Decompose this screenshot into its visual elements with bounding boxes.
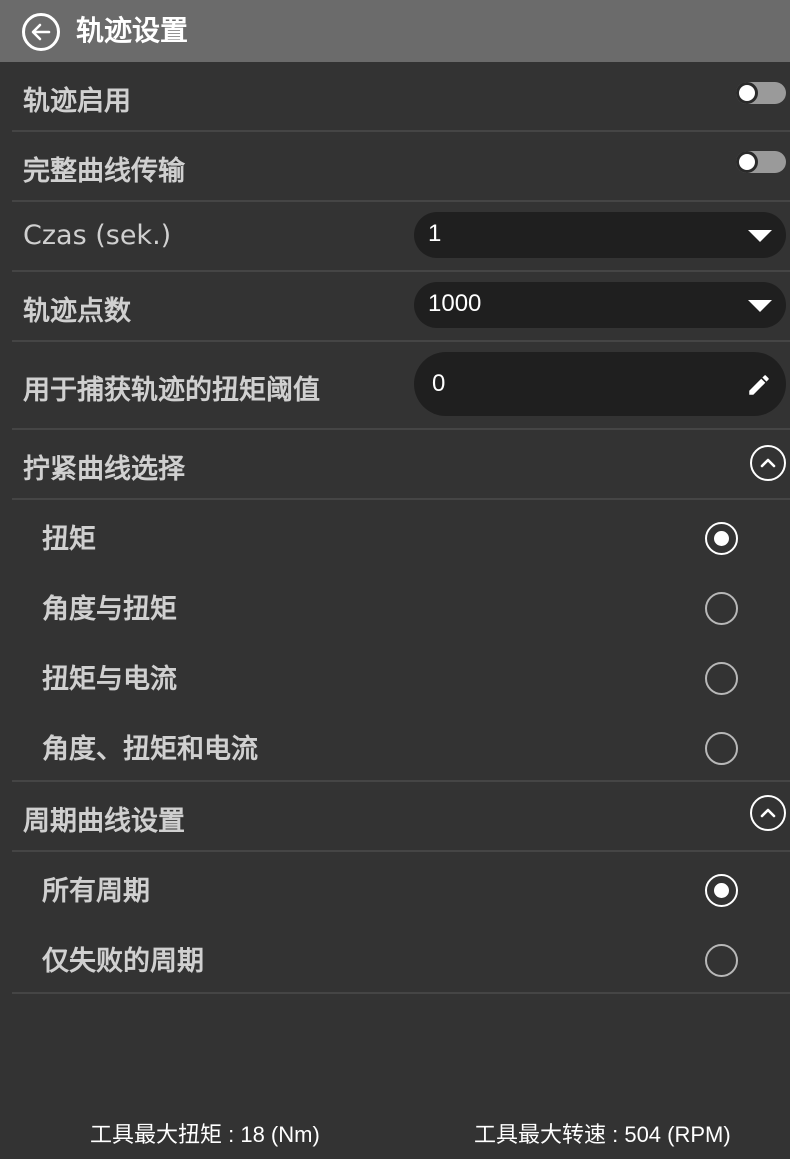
chevron-up-icon bbox=[760, 808, 776, 818]
radio-option-label: 扭矩与电流 bbox=[42, 664, 177, 695]
radio-torque[interactable] bbox=[705, 522, 738, 555]
caret-down-icon bbox=[748, 230, 772, 242]
chevron-up-icon bbox=[760, 458, 776, 468]
full-curve-row: 完整曲线传输 bbox=[12, 132, 790, 202]
radio-option-label: 角度、扭矩和电流 bbox=[42, 734, 258, 765]
arrow-left-icon bbox=[31, 23, 51, 41]
cycle-section-title: 周期曲线设置 bbox=[23, 806, 185, 837]
time-label: Czas (sek.) bbox=[23, 220, 172, 251]
points-row: 轨迹点数 1000 bbox=[12, 272, 790, 342]
max-speed-text: 工具最大转速 : 504 (RPM) bbox=[474, 1122, 731, 1147]
collapse-button[interactable] bbox=[750, 445, 786, 481]
points-label: 轨迹点数 bbox=[23, 296, 131, 327]
full-curve-toggle[interactable] bbox=[736, 151, 786, 173]
pencil-icon[interactable] bbox=[746, 372, 772, 398]
page-title: 轨迹设置 bbox=[76, 14, 189, 47]
back-button[interactable] bbox=[22, 13, 60, 51]
cycle-options-list: 所有周期 仅失败的周期 bbox=[12, 852, 790, 994]
trace-enable-row: 轨迹启用 bbox=[12, 62, 790, 132]
max-torque-text: 工具最大扭矩 : 18 (Nm) bbox=[90, 1122, 320, 1147]
threshold-row: 用于捕获轨迹的扭矩阈值 0 bbox=[12, 342, 790, 430]
threshold-label: 用于捕获轨迹的扭矩阈值 bbox=[23, 375, 320, 406]
points-select[interactable]: 1000 bbox=[414, 282, 786, 328]
radio-option-label: 角度与扭矩 bbox=[42, 594, 177, 625]
cycle-section-header[interactable]: 周期曲线设置 bbox=[12, 782, 790, 852]
tightening-options-list: 扭矩 角度与扭矩 扭矩与电流 角度、扭矩和电流 bbox=[12, 500, 790, 782]
radio-all-cycles[interactable] bbox=[705, 874, 738, 907]
time-value: 1 bbox=[428, 220, 442, 247]
app-header: 轨迹设置 bbox=[0, 0, 790, 62]
time-select[interactable]: 1 bbox=[414, 212, 786, 258]
collapse-button[interactable] bbox=[750, 795, 786, 831]
tightening-section-header[interactable]: 拧紧曲线选择 bbox=[12, 430, 790, 500]
time-row: Czas (sek.) 1 bbox=[12, 202, 790, 272]
threshold-value: 0 bbox=[432, 370, 446, 397]
radio-angle-torque[interactable] bbox=[705, 592, 738, 625]
radio-option-label: 仅失败的周期 bbox=[42, 946, 204, 977]
trace-enable-label: 轨迹启用 bbox=[23, 86, 131, 117]
tightening-section-title: 拧紧曲线选择 bbox=[23, 454, 185, 485]
radio-option-label: 扭矩 bbox=[42, 524, 96, 555]
radio-angle-torque-current[interactable] bbox=[705, 732, 738, 765]
points-value: 1000 bbox=[428, 290, 482, 317]
trace-enable-toggle[interactable] bbox=[736, 82, 786, 104]
threshold-input[interactable]: 0 bbox=[414, 352, 786, 416]
radio-torque-current[interactable] bbox=[705, 662, 738, 695]
caret-down-icon bbox=[748, 300, 772, 312]
full-curve-label: 完整曲线传输 bbox=[23, 156, 185, 187]
radio-option-label: 所有周期 bbox=[42, 876, 150, 907]
radio-failed-cycles[interactable] bbox=[705, 944, 738, 977]
